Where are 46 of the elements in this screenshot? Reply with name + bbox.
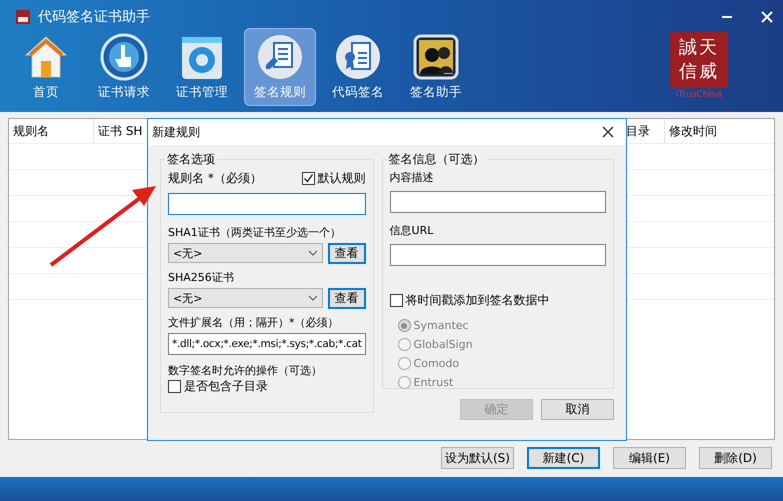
column-header[interactable]: 规则名	[9, 119, 94, 143]
action-button[interactable]: 删除(D)	[699, 447, 772, 469]
dropdown[interactable]: <无>	[168, 288, 323, 308]
field-label: SHA1证书（两类证书至少选一个）	[168, 225, 342, 240]
dialog-button[interactable]: 取消	[541, 399, 614, 420]
brand-logo: 誠天 信威	[670, 32, 728, 88]
toolbar-tab[interactable]: 证书请求	[88, 28, 160, 106]
checkbox[interactable]: 将时间戳添加到签名数据中	[390, 292, 606, 309]
check-icon	[302, 173, 314, 184]
window-title: 代码签名证书助手	[38, 8, 150, 26]
people-icon	[412, 33, 460, 81]
checkbox[interactable]: 是否包含子目录	[168, 378, 366, 395]
field-label: 文件扩展名（用；隔开）*（必须）	[168, 315, 340, 330]
input-field[interactable]	[390, 191, 606, 213]
column-header[interactable]: 修改时间	[665, 119, 774, 143]
document-pencil-icon	[256, 33, 304, 81]
toolbar-tab[interactable]: 证书管理	[166, 28, 238, 106]
input-field[interactable]	[168, 193, 366, 215]
toolbar-tab[interactable]: 代码签名	[322, 28, 394, 106]
field-label: 规则名 *（必须）	[168, 170, 262, 187]
view-button[interactable]: 查看	[328, 288, 366, 309]
view-button[interactable]: 查看	[328, 243, 366, 264]
action-button[interactable]: 新建(C)	[527, 447, 600, 469]
group-title: 签名信息（可选）	[388, 151, 486, 168]
close-icon[interactable]	[602, 126, 614, 138]
field-label: 信息URL	[390, 223, 434, 238]
input-field[interactable]	[390, 244, 606, 266]
checkbox[interactable]: 默认规则	[302, 170, 366, 187]
caret-icon	[308, 295, 318, 301]
field-label: 内容描述	[390, 170, 435, 185]
action-button[interactable]: 编辑(E)	[613, 447, 686, 469]
field-label: 数字签名时允许的操作（可选）	[168, 363, 323, 378]
dropdown[interactable]: <无>	[168, 243, 323, 263]
dialog-title: 新建规则	[152, 124, 201, 140]
caret-icon	[308, 250, 318, 256]
field-label: SHA256证书	[168, 270, 235, 285]
hand-pointer-icon	[100, 33, 148, 81]
brand-tagline: iTrusChina	[676, 90, 722, 100]
certificate-icon	[334, 33, 382, 81]
app-logo-icon	[16, 10, 30, 24]
toolbar-tab[interactable]: 签名助手	[400, 28, 472, 106]
action-button[interactable]: 设为默认(S)	[441, 447, 514, 469]
column-header[interactable]: 证书 SH	[94, 119, 142, 143]
toolbar-tab[interactable]: 首页	[10, 28, 82, 106]
input-field[interactable]: *.dll;*.ocx;*.exe;*.msi;*.sys;*.cab;*.cat	[168, 333, 366, 355]
group-title: 签名选项	[166, 151, 216, 168]
